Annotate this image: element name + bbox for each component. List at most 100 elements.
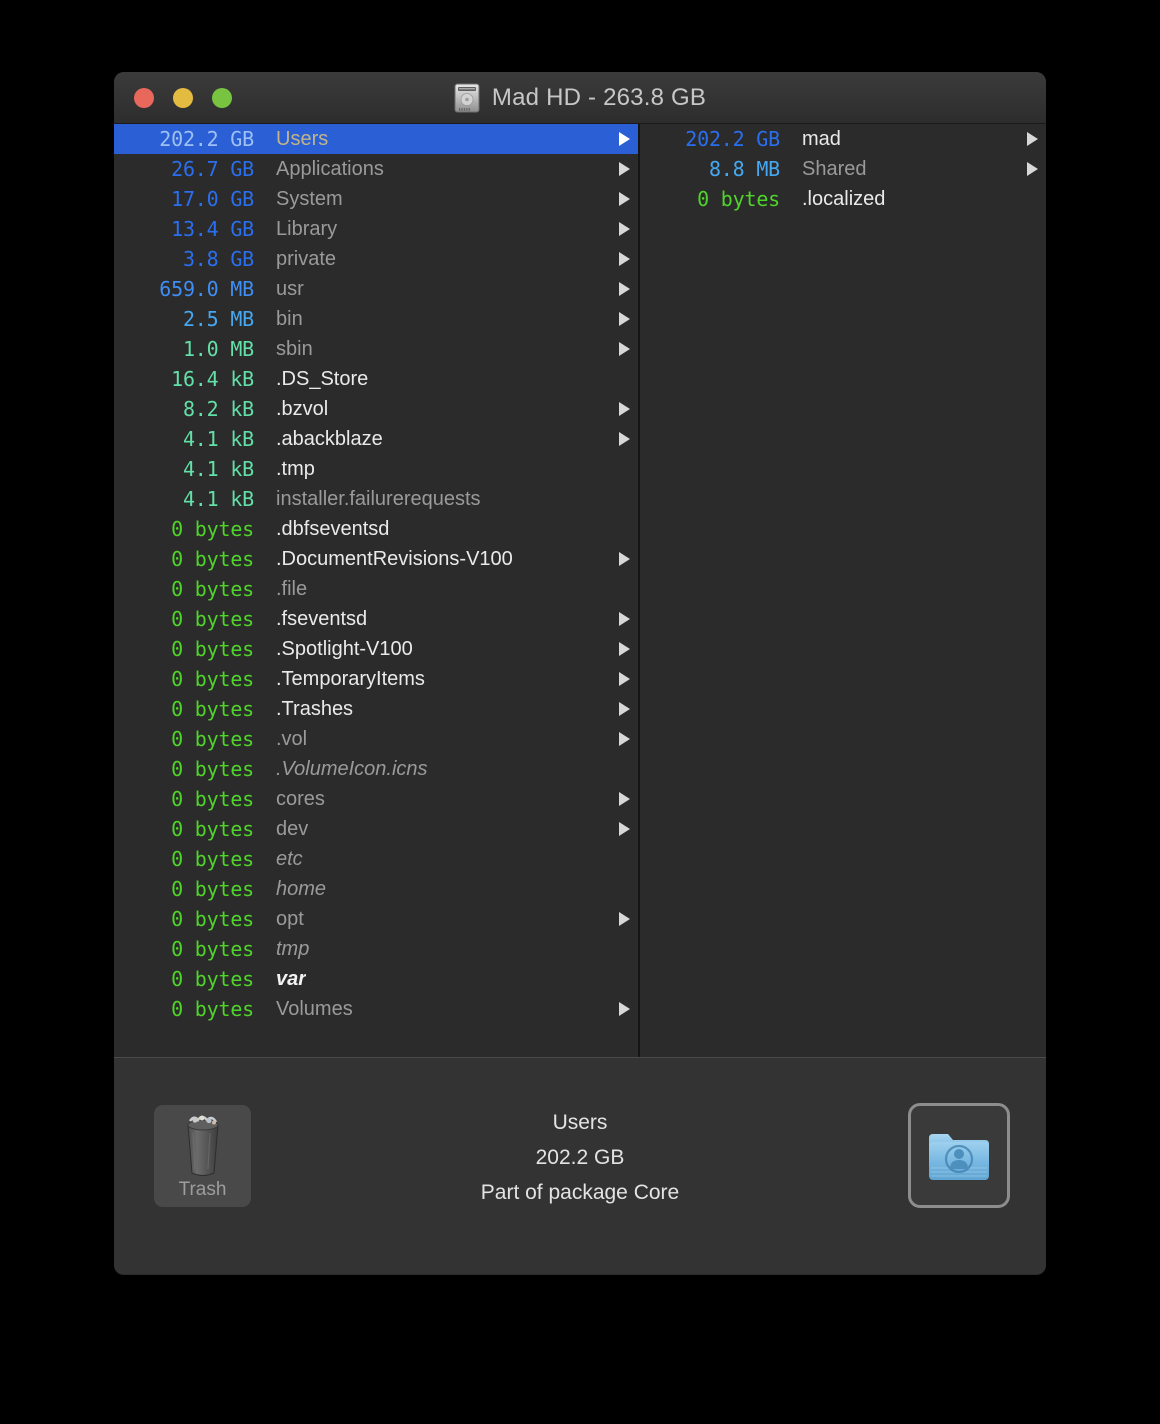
list-item[interactable]: 0 bytes .VolumeIcon.icns	[114, 754, 638, 784]
disclosure-arrow-icon[interactable]	[619, 642, 630, 656]
selection-size: 202.2 GB	[535, 1146, 625, 1169]
disclosure-arrow-icon[interactable]	[619, 342, 630, 356]
item-size: 0 bytes	[171, 547, 254, 571]
users-folder-icon	[929, 1133, 989, 1180]
list-item[interactable]: 8.2 kB .bzvol	[114, 394, 638, 424]
disclosure-arrow-icon[interactable]	[619, 822, 630, 836]
disclosure-arrow-icon[interactable]	[619, 792, 630, 806]
list-item[interactable]: 4.1 kB .tmp	[114, 454, 638, 484]
item-size: 202.2 GB	[159, 127, 254, 151]
item-name: bin	[276, 307, 303, 330]
item-name: mad	[802, 127, 841, 150]
list-item[interactable]: 0 bytes etc	[114, 844, 638, 874]
list-item[interactable]: 0 bytes .Spotlight-V100	[114, 634, 638, 664]
list-item[interactable]: 13.4 GB Library	[114, 214, 638, 244]
volume-contents-list[interactable]: 202.2 GB Users 26.7 GB Applications 17.0 GB S…	[114, 124, 640, 1057]
list-item[interactable]: 202.2 GB mad	[640, 124, 1046, 154]
item-name: .DocumentRevisions-V100	[276, 547, 513, 570]
list-item[interactable]: 4.1 kB .abackblaze	[114, 424, 638, 454]
disclosure-arrow-icon[interactable]	[619, 552, 630, 566]
item-size: 0 bytes	[171, 907, 254, 931]
item-name: sbin	[276, 337, 313, 360]
item-name: tmp	[276, 937, 310, 960]
item-name: Volumes	[276, 997, 353, 1020]
item-size: 26.7 GB	[171, 157, 254, 181]
disclosure-arrow-icon[interactable]	[619, 732, 630, 746]
list-item[interactable]: 0 bytes .file	[114, 574, 638, 604]
item-name: System	[276, 187, 343, 210]
list-item[interactable]: 26.7 GB Applications	[114, 154, 638, 184]
status-bar: Trash Users 202.2 GB Part of package Cor…	[114, 1057, 1046, 1274]
list-item[interactable]: 0 bytes .Trashes	[114, 694, 638, 724]
list-item[interactable]: 0 bytes opt	[114, 904, 638, 934]
disclosure-arrow-icon[interactable]	[619, 132, 630, 146]
item-size: 0 bytes	[171, 817, 254, 841]
disclosure-arrow-icon[interactable]	[619, 1002, 630, 1016]
item-size: 0 bytes	[171, 877, 254, 901]
item-size: 0 bytes	[171, 667, 254, 691]
disclosure-arrow-icon[interactable]	[619, 162, 630, 176]
selection-package: Part of package Core	[480, 1181, 680, 1204]
item-name: dev	[276, 817, 309, 840]
list-item[interactable]: 0 bytes var	[114, 964, 638, 994]
disclosure-arrow-icon[interactable]	[619, 612, 630, 626]
maximize-button[interactable]	[212, 87, 232, 108]
item-size: 1.0 MB	[182, 337, 254, 361]
list-item[interactable]: 202.2 GB Users	[114, 124, 638, 154]
item-name: .tmp	[276, 457, 315, 480]
hard-drive-icon	[454, 83, 480, 112]
close-button[interactable]	[134, 87, 154, 108]
item-size: 4.1 kB	[182, 457, 254, 481]
item-name: etc	[276, 847, 303, 870]
list-item[interactable]: 2.5 MB bin	[114, 304, 638, 334]
list-item[interactable]: 3.8 GB private	[114, 244, 638, 274]
list-item[interactable]: 16.4 kB .DS_Store	[114, 364, 638, 394]
item-size: 13.4 GB	[171, 217, 254, 241]
list-item[interactable]: 0 bytes .fseventsd	[114, 604, 638, 634]
minimize-button[interactable]	[173, 87, 193, 108]
list-item[interactable]: 0 bytes Volumes	[114, 994, 638, 1024]
selection-icon-box[interactable]	[908, 1103, 1010, 1208]
list-item[interactable]: 0 bytes .TemporaryItems	[114, 664, 638, 694]
item-size: 0 bytes	[171, 967, 254, 991]
item-size: 0 bytes	[171, 847, 254, 871]
disclosure-arrow-icon[interactable]	[619, 912, 630, 926]
item-size: 0 bytes	[171, 727, 254, 751]
list-item[interactable]: 0 bytes tmp	[114, 934, 638, 964]
disclosure-arrow-icon[interactable]	[619, 192, 630, 206]
list-item[interactable]: 0 bytes home	[114, 874, 638, 904]
disclosure-arrow-icon[interactable]	[619, 672, 630, 686]
disclosure-arrow-icon[interactable]	[1027, 132, 1038, 146]
disclosure-arrow-icon[interactable]	[619, 702, 630, 716]
list-item[interactable]: 0 bytes .localized	[640, 184, 1046, 214]
disclosure-arrow-icon[interactable]	[619, 402, 630, 416]
list-item[interactable]: 0 bytes dev	[114, 814, 638, 844]
item-size: 8.2 kB	[182, 397, 254, 421]
users-folder-contents-list[interactable]: 202.2 GB mad 8.8 MB Shared 0 bytes .localized	[640, 124, 1046, 1057]
item-size: 202.2 GB	[685, 127, 780, 151]
list-item[interactable]: 4.1 kB installer.failurerequests	[114, 484, 638, 514]
list-item[interactable]: 17.0 GB System	[114, 184, 638, 214]
list-item[interactable]: 0 bytes cores	[114, 784, 638, 814]
list-item[interactable]: 659.0 MB usr	[114, 274, 638, 304]
list-item[interactable]: 0 bytes .DocumentRevisions-V100	[114, 544, 638, 574]
item-size: 0 bytes	[171, 997, 254, 1021]
list-item[interactable]: 0 bytes .dbfseventsd	[114, 514, 638, 544]
disclosure-arrow-icon[interactable]	[619, 252, 630, 266]
item-name: .fseventsd	[276, 607, 368, 630]
list-item[interactable]: 1.0 MB sbin	[114, 334, 638, 364]
item-name: Applications	[276, 157, 384, 180]
item-name: private	[276, 247, 337, 270]
list-item[interactable]: 8.8 MB Shared	[640, 154, 1046, 184]
disclosure-arrow-icon[interactable]	[619, 312, 630, 326]
item-name: .vol	[276, 727, 308, 750]
item-name: .file	[276, 577, 308, 600]
disclosure-arrow-icon[interactable]	[619, 222, 630, 236]
disclosure-arrow-icon[interactable]	[619, 432, 630, 446]
item-size: 2.5 MB	[182, 307, 254, 331]
disclosure-arrow-icon[interactable]	[1027, 162, 1038, 176]
list-item[interactable]: 0 bytes .vol	[114, 724, 638, 754]
app-window: Mad HD - 263.8 GB 202.2 GB Users 26.7 GB Ap…	[114, 72, 1046, 1275]
item-size: 4.1 kB	[182, 427, 254, 451]
disclosure-arrow-icon[interactable]	[619, 282, 630, 296]
